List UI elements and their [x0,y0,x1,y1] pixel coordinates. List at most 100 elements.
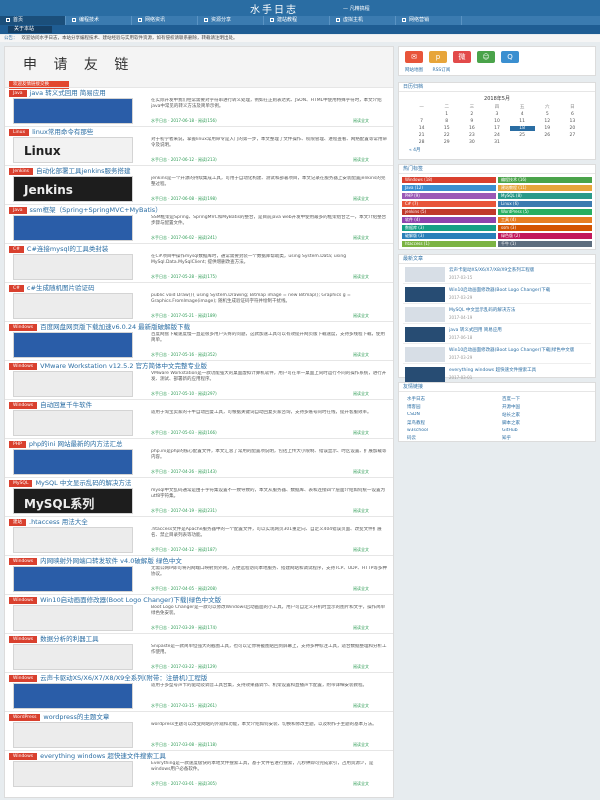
tag-link[interactable]: 工具 (4) [498,217,592,223]
post-title-link[interactable]: Win10启动画面修改器(Boot Logo Changer)下载|绿色中文版 [40,596,221,604]
calendar-day[interactable]: 19 [535,126,560,131]
tag-link[interactable]: MySQL (8) [498,193,592,199]
read-more-link[interactable]: 阅读全文 [353,742,369,748]
read-more-link[interactable]: 阅读全文 [353,157,369,163]
nav-item-news[interactable]: 网络资讯 [132,16,198,25]
calendar-day[interactable]: 28 [409,140,434,145]
tag-link[interactable]: WordPress (5) [498,209,592,215]
friend-link[interactable]: 博客园 [407,404,492,410]
post-category-badge[interactable]: Java [9,89,27,97]
calendar-day[interactable]: 7 [409,119,434,124]
social-icon[interactable]: ☺ [477,51,495,63]
read-more-link[interactable]: 阅读全文 [353,430,369,436]
social-icon[interactable]: 微 [453,51,471,63]
social-icon[interactable]: ✉ [405,51,423,63]
read-more-link[interactable]: 阅读全文 [353,118,369,124]
post-title-link[interactable]: java 转义式回用 简易应用 [30,89,106,97]
tag-link[interactable]: Java (12) [402,185,496,191]
post-category-badge[interactable]: Windows [9,596,38,604]
calendar-day[interactable]: 6 [560,112,585,117]
calendar-day[interactable]: 11 [510,119,535,124]
post-category-badge[interactable]: MySQL [9,479,33,487]
read-more-link[interactable]: 阅读全文 [353,781,369,787]
calendar-day[interactable]: 8 [434,119,459,124]
tag-link[interactable]: PHP (9) [402,193,496,199]
read-more-link[interactable]: 阅读全文 [353,586,369,592]
tag-link[interactable]: 软件 (4) [402,217,496,223]
post-title-link[interactable]: wordpress的主题文章 [43,713,109,721]
calendar-day[interactable]: 16 [459,126,484,131]
recent-post-thumbnail[interactable] [405,367,445,382]
post-category-badge[interactable]: Java [9,206,27,214]
calendar-day[interactable]: 2 [459,112,484,117]
nav-item-home[interactable]: 首页 [0,16,66,25]
friend-link[interactable]: 码云 [407,435,492,441]
read-more-link[interactable]: 阅读全文 [353,196,369,202]
post-title-link[interactable]: .htaccess 用法大全 [29,518,88,526]
calendar-day[interactable]: 21 [409,133,434,138]
post-thumbnail[interactable] [13,371,133,397]
tag-link[interactable]: ssm (3) [498,225,592,231]
friend-link[interactable]: 知乎 [502,435,587,441]
post-category-badge[interactable]: Windows [9,362,38,370]
calendar-day[interactable]: 15 [434,126,459,131]
nav-item-resources[interactable]: 资源分享 [198,16,264,25]
tag-link[interactable]: C# (7) [402,201,496,207]
recent-post[interactable]: Win10启动画面修改器(Boot Logo Changer)下载 2017-03… [403,284,591,304]
calendar-day[interactable]: 17 [484,126,509,131]
post-thumbnail[interactable] [13,293,133,319]
post-title-link[interactable]: 自动回复千牛软件 [40,401,92,409]
calendar-day[interactable]: 18 [509,126,535,131]
calendar-day[interactable]: 12 [535,119,560,124]
recent-post-title[interactable]: everything windows 超快速文件搜索工具 [449,367,595,373]
site-title[interactable]: 水手日志 [250,1,298,16]
post-category-badge[interactable]: Windows [9,752,38,760]
tag-link[interactable]: 编程技术 (16) [498,177,592,183]
calendar-day[interactable]: 26 [535,133,560,138]
post-category-badge[interactable]: PHP [9,440,26,448]
post-thumbnail[interactable] [13,605,133,631]
calendar-day[interactable]: 1 [434,112,459,117]
read-more-link[interactable]: 阅读全文 [353,508,369,514]
post-thumbnail[interactable] [13,527,133,553]
recent-post-thumbnail[interactable] [405,327,445,342]
social-icon[interactable]: Q [501,51,519,63]
calendar-day[interactable]: 24 [484,133,509,138]
friend-link[interactable]: 开源中国 [502,404,587,410]
recent-post-thumbnail[interactable] [405,267,445,282]
recent-post-title[interactable]: Win10启动画面修改器(Boot Logo Changer)下载 [449,287,595,293]
read-more-link[interactable]: 阅读全文 [353,274,369,280]
calendar-day[interactable]: 4 [510,112,535,117]
post-category-badge[interactable]: Windows [9,635,38,643]
nav-item-marketing[interactable]: 网络营销 [396,16,462,25]
post-category-badge[interactable]: 建站 [9,518,26,526]
calendar-day[interactable]: 25 [510,133,535,138]
friend-link-banner[interactable]: 申 请 友 链 欢迎友情链接交换 [5,47,393,89]
calendar-day[interactable]: 3 [484,112,509,117]
tag-link[interactable]: htaccess (1) [402,241,496,247]
post-category-badge[interactable]: Linux [9,128,30,136]
calendar-prev-link[interactable]: « 4月 [399,147,595,153]
post-category-badge[interactable]: Windows [9,674,38,682]
tag-link[interactable]: 千牛 (1) [498,241,592,247]
recent-post-title[interactable]: 云声卡驱动XS/X6/X7/X8/X9全系列工程版 [449,267,595,273]
post-thumbnail[interactable] [13,215,133,241]
post-title-link[interactable]: 内网映射外网端口转发软件 v4.0破解版 绿色中文 [40,557,182,565]
post-thumbnail[interactable]: Linux [13,137,133,163]
calendar-day[interactable]: 29 [434,140,459,145]
recent-post[interactable]: MySQL 中文显示乱码的解决方法 2017-04-19 [403,304,591,324]
friend-link[interactable]: 水手日志 [407,396,492,402]
calendar-day[interactable]: 9 [459,119,484,124]
recent-post-title[interactable]: java 转义式回用 简易应用 [449,327,595,333]
tag-link[interactable]: Linux (6) [498,201,592,207]
post-category-badge[interactable]: C# [9,245,24,253]
post-title-link[interactable]: VMware Workstation v12.5.2 官方简体中文完整专业版 [40,362,207,370]
post-category-badge[interactable]: WordPress [9,713,41,721]
sub-nav-item-about[interactable]: 关于本站 [8,26,52,33]
post-thumbnail[interactable] [13,644,133,670]
friend-link[interactable]: 站长之家 [502,412,587,418]
recent-post-title[interactable]: Win10启动画面修改器(Boot Logo Changer)下载|绿色中文版 [449,347,595,353]
recent-post-title[interactable]: MySQL 中文显示乱码的解决方法 [449,307,595,313]
post-thumbnail[interactable]: Jenkins [13,176,133,202]
post-title-link[interactable]: MySQL 中文显示乱码的解决方法 [35,479,131,487]
